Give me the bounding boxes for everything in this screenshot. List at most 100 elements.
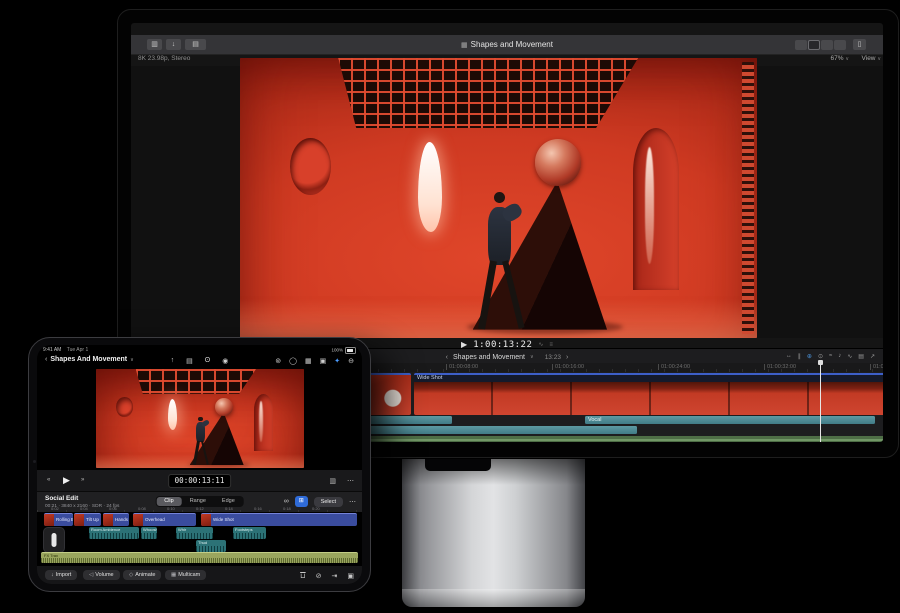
animate-button[interactable]: ◇Animate <box>123 570 161 580</box>
timeline-appearance-icon[interactable]: ▤ <box>858 353 864 360</box>
ipad-nav-bar: ‹ Shapes And Movement ∨ ↑ ▤ ʘ ◉ ⊚ ◯ ▦ ▣ … <box>37 355 362 369</box>
scene-skylight-grid <box>136 369 257 394</box>
disable-icon[interactable]: ⊘ <box>316 572 322 580</box>
next-project-button[interactable]: › <box>566 354 568 361</box>
lock-button[interactable]: ▯ <box>853 39 866 50</box>
ruler-tick: 01:00:08:00 <box>446 364 478 370</box>
jog-wheel[interactable] <box>43 527 65 553</box>
multicam-icon: ▦ <box>171 572 176 578</box>
zoom-level-menu[interactable]: 67% ∨ <box>831 55 850 62</box>
video-clip[interactable]: Tilt Up <box>74 513 101 526</box>
ruler-tick: 0:08 <box>138 506 146 511</box>
audio-skimming-icon[interactable]: ♪ <box>838 353 841 360</box>
ruler-tick: 0:04 <box>80 506 88 511</box>
more-icon[interactable]: ⋯ <box>347 477 354 485</box>
duplicate-icon[interactable]: ▣ <box>347 572 354 580</box>
skip-forward-button[interactable]: » <box>81 477 84 483</box>
ruler-tick: 01:00:32:00 <box>764 364 796 370</box>
audio-meters-icon[interactable]: ▥ <box>329 477 336 485</box>
solo-icon[interactable]: ∿ <box>847 353 852 360</box>
video-clip[interactable]: Wide Shot <box>201 513 357 526</box>
zoom-out-icon[interactable]: ⊖ <box>348 357 354 365</box>
settings-icon[interactable]: ⊚ <box>275 357 281 365</box>
volume-button[interactable]: ◁Volume <box>83 570 120 580</box>
viewer-options-icon[interactable]: ≡ <box>549 342 553 348</box>
multicam-button[interactable]: ▦Multicam <box>165 570 206 580</box>
scene-skylight-grid <box>338 58 638 128</box>
chevron-down-icon: ∨ <box>845 56 849 62</box>
chevron-down-icon: ∨ <box>530 354 534 360</box>
select-button[interactable]: Select <box>314 497 343 507</box>
playhead[interactable] <box>820 363 821 442</box>
music-track[interactable]: FX Trax <box>41 552 358 563</box>
desk-scene: ▥ ↓ ▤ ▦Shapes and Movement ▯ 8K 23.98p, … <box>0 0 900 613</box>
ruler-tick: 0:10 <box>167 506 175 511</box>
project-title: ▦Shapes and Movement <box>131 40 883 49</box>
tab-range[interactable]: Range <box>182 497 214 506</box>
timeline-project-name[interactable]: Shapes and Movement <box>453 354 525 361</box>
video-clip[interactable]: Wide Shot <box>414 373 883 415</box>
photo-icon[interactable]: ▣ <box>320 357 327 365</box>
trash-icon[interactable]: ⊔ <box>300 572 305 580</box>
layout-browser-button[interactable] <box>795 40 807 50</box>
clips-icon[interactable]: ▤ <box>186 357 193 365</box>
record-icon[interactable]: ◉ <box>222 357 228 365</box>
music-track[interactable] <box>281 436 883 442</box>
audio-clip[interactable]: Whir <box>176 527 213 539</box>
volume-icon: ◁ <box>89 572 93 578</box>
lock-icon: ▯ <box>858 41 862 48</box>
scene-sphere <box>535 139 582 186</box>
status-right: 100% <box>331 347 356 354</box>
audio-clip[interactable]: Whoosh <box>141 527 157 539</box>
audio-clip[interactable]: Vocal <box>585 416 875 424</box>
audio-meters-icon[interactable]: ∿ <box>538 341 543 348</box>
prev-project-button[interactable]: ‹ <box>446 354 448 361</box>
mic-icon[interactable]: ʘ <box>205 357 210 365</box>
scene-sphere <box>215 398 234 417</box>
audio-clip[interactable]: Room Ambience <box>89 527 139 539</box>
share-icon[interactable]: ↑ <box>171 357 175 365</box>
tab-edge[interactable]: Edge <box>214 497 243 506</box>
more-icon[interactable]: ⋯ <box>349 498 356 506</box>
scene-porthole <box>116 397 133 417</box>
audio-clip[interactable]: Footsteps <box>233 527 266 539</box>
play-button[interactable]: ▶ <box>63 475 70 486</box>
ipad: 9:41 AM Tue Apr 1 100% ‹ Shapes And Move… <box>28 337 371 592</box>
battery-percent: 100% <box>331 348 343 353</box>
project-badge-icon: ▦ <box>461 42 468 49</box>
range-tool-icon[interactable]: ⊕ <box>807 353 812 360</box>
project-duration: 13:23 <box>545 354 561 361</box>
video-clip[interactable]: Hands <box>103 513 129 526</box>
battery-icon <box>345 347 356 354</box>
skip-back-button[interactable]: « <box>47 477 50 483</box>
video-clip[interactable]: Rolling Ball <box>44 513 73 526</box>
layout-inspector-button[interactable] <box>834 40 846 50</box>
edit-name: Social Edit <box>45 495 78 502</box>
circle-icon[interactable]: ◯ <box>289 357 297 365</box>
snapping-icon[interactable]: ≈ <box>829 353 832 360</box>
scene-arch <box>254 394 273 451</box>
ruler-tick: 0:06 <box>109 506 117 511</box>
ipad-screen: 9:41 AM Tue Apr 1 100% ‹ Shapes And Move… <box>37 345 362 584</box>
ruler-tick: 0:18 <box>283 506 291 511</box>
tab-clip[interactable]: Clip <box>156 497 181 506</box>
scene-ladder-strip <box>742 62 754 334</box>
ipad-timeline-ruler[interactable]: 0:02 0:04 0:06 0:08 0:10 0:12 0:14 0:16 … <box>37 506 362 512</box>
enhance-icon[interactable]: ✦ <box>334 357 340 365</box>
position-tool-icon[interactable]: ∥ <box>798 353 801 360</box>
link-icon[interactable]: ∞ <box>284 498 289 505</box>
layout-viewer-button[interactable] <box>808 40 820 50</box>
trim-tool-icon[interactable]: ↔ <box>786 353 792 360</box>
import-button[interactable]: ↓Import <box>45 570 77 580</box>
grid-icon[interactable]: ▦ <box>305 357 312 365</box>
fullscreen-icon[interactable]: ↗ <box>870 353 875 360</box>
view-menu[interactable]: View ∨ <box>862 55 881 62</box>
zoom-tool-icon[interactable]: ⊙ <box>818 353 823 360</box>
ipad-transport: « ▶ » 00:00:13:11 ▥ ⋯ <box>37 469 362 492</box>
video-clip[interactable]: Overhead <box>133 513 196 526</box>
layout-timeline-button[interactable] <box>821 40 833 50</box>
clip-label: Wide Shot <box>414 375 883 382</box>
extract-icon[interactable]: ⇥ <box>332 572 338 580</box>
audio-clip[interactable]: Thud <box>196 540 226 552</box>
status-date: Tue Apr 1 <box>67 347 89 353</box>
